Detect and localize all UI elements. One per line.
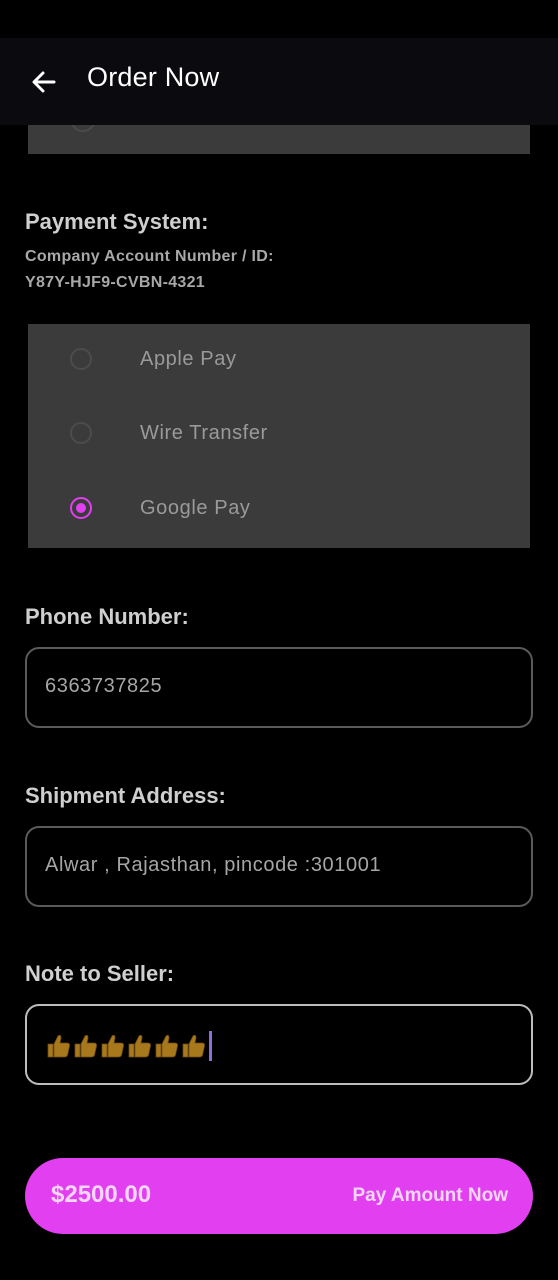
- thumbs-up-icon: [74, 1034, 97, 1058]
- phone-number-field[interactable]: 6363737825: [25, 647, 533, 728]
- app-bar: Order Now: [0, 38, 558, 125]
- payment-option-label: Google Pay: [140, 497, 251, 519]
- thumbs-up-icon: [155, 1034, 178, 1058]
- thumbs-up-icon: [47, 1034, 70, 1058]
- payment-option-wire-transfer[interactable]: Wire Transfer: [28, 398, 530, 472]
- shipment-address-label: Shipment Address:: [25, 783, 226, 808]
- payment-option-google-pay[interactable]: Google Pay: [28, 473, 530, 547]
- payment-option-label: Apple Pay: [140, 348, 237, 370]
- note-to-seller-field[interactable]: [25, 1004, 533, 1085]
- thumbs-up-icon: [101, 1034, 124, 1058]
- note-content: [45, 1030, 212, 1062]
- payment-options-card: Apple Pay Wire Transfer Google Pay: [28, 324, 530, 548]
- pay-amount-value: $2500.00: [51, 1181, 152, 1208]
- phone-number-value: 6363737825: [45, 675, 163, 697]
- thumbs-up-icon: [182, 1034, 205, 1058]
- text-cursor: [209, 1031, 212, 1061]
- account-number-label: Company Account Number / ID:: [25, 248, 274, 265]
- note-to-seller-label: Note to Seller:: [25, 961, 175, 986]
- shipment-address-value: Alwar , Rajasthan, pincode :301001: [45, 854, 382, 876]
- shipment-address-field[interactable]: Alwar , Rajasthan, pincode :301001: [25, 826, 533, 907]
- pay-amount-label: Pay Amount Now: [352, 1185, 508, 1206]
- radio-button[interactable]: [70, 348, 92, 370]
- account-number-value: Y87Y-HJF9-CVBN-4321: [25, 274, 205, 291]
- phone-number-label: Phone Number:: [25, 604, 189, 629]
- radio-button[interactable]: [70, 422, 92, 444]
- page-title: Order Now: [87, 62, 220, 92]
- arrow-left-icon: [32, 71, 56, 93]
- thumbs-up-icon: [128, 1034, 151, 1058]
- payment-option-label: Wire Transfer: [140, 422, 268, 444]
- note-to-seller-value: [45, 1033, 207, 1059]
- payment-option-apple-pay[interactable]: Apple Pay: [28, 324, 530, 398]
- back-button[interactable]: [28, 66, 60, 98]
- radio-button-selected[interactable]: [70, 497, 92, 519]
- pay-amount-button[interactable]: $2500.00 Pay Amount Now: [25, 1158, 533, 1234]
- payment-section-title: Payment System:: [25, 209, 209, 234]
